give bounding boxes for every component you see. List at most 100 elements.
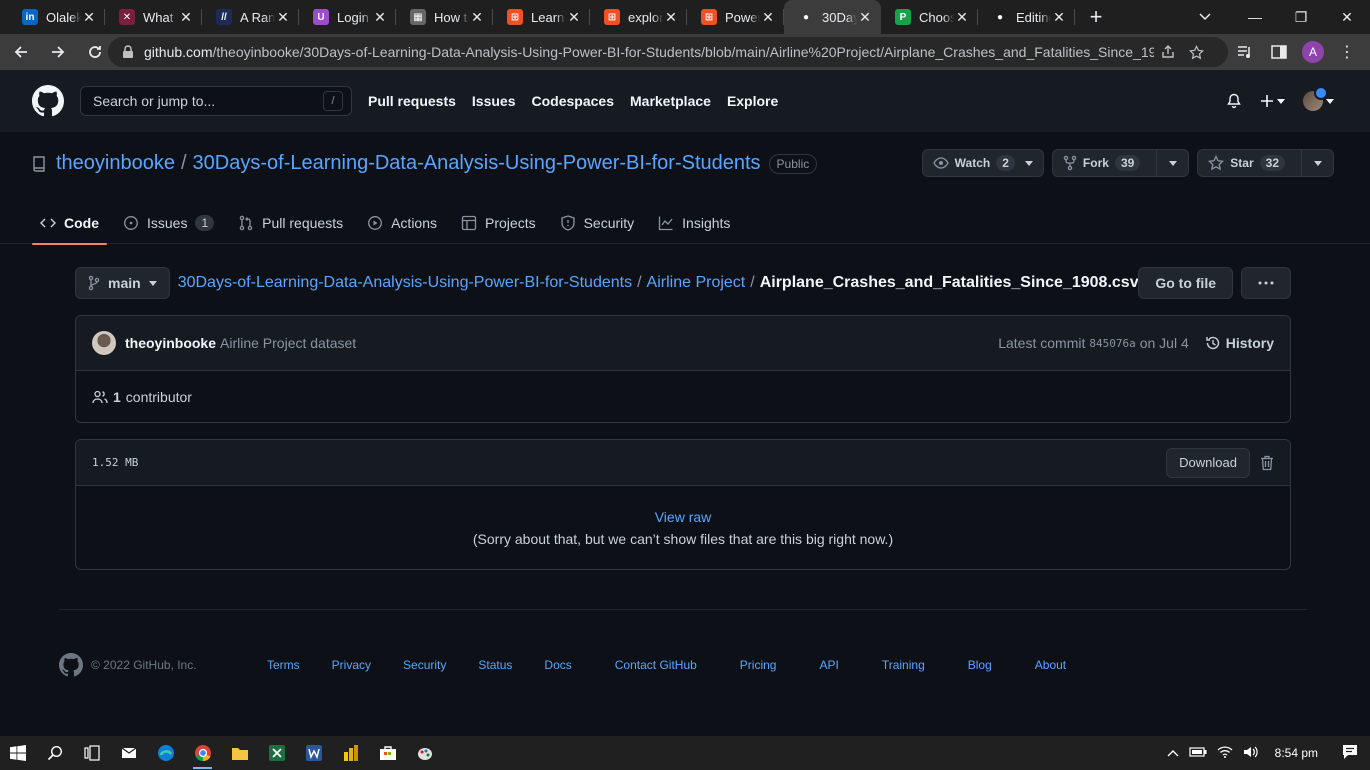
bookmark-star-icon[interactable] (1182, 44, 1210, 60)
restore-window-button[interactable]: ❐ (1278, 0, 1324, 34)
footer-link-about[interactable]: About (1035, 658, 1066, 672)
footer-link-status[interactable]: Status (478, 658, 512, 672)
tab-security[interactable]: Security (552, 202, 643, 244)
browser-tab[interactable]: // A Rank✕ (202, 0, 299, 34)
footer-link-privacy[interactable]: Privacy (332, 658, 371, 672)
close-tab-icon[interactable]: ✕ (372, 9, 388, 25)
nav-explore[interactable]: Explore (727, 93, 778, 109)
close-tab-icon[interactable]: ✕ (954, 9, 970, 25)
browser-tab[interactable]: ⊞ Power ✕ (687, 0, 784, 34)
repo-name-link[interactable]: 30Days-of-Learning-Data-Analysis-Using-P… (193, 152, 761, 175)
browser-tab[interactable]: P Choos ✕ (881, 0, 978, 34)
browser-tab[interactable]: ▦ How to✕ (396, 0, 493, 34)
branch-selector[interactable]: main (75, 267, 170, 299)
commit-sha-link[interactable]: 845076a (1089, 337, 1135, 350)
word-icon[interactable] (295, 736, 332, 770)
close-tab-icon[interactable]: ✕ (178, 9, 194, 25)
history-button[interactable]: History (1205, 335, 1274, 351)
footer-link-contact[interactable]: Contact GitHub (615, 658, 697, 672)
commit-author-avatar[interactable] (92, 331, 116, 355)
breadcrumb-repo-link[interactable]: 30Days-of-Learning-Data-Analysis-Using-P… (178, 274, 632, 292)
browser-tab[interactable]: U Login | ✕ (299, 0, 396, 34)
tab-insights[interactable]: Insights (650, 202, 738, 244)
close-window-button[interactable]: ✕ (1324, 0, 1370, 34)
nav-issues[interactable]: Issues (472, 93, 516, 109)
edge-icon[interactable] (147, 736, 184, 770)
notifications-bell-icon[interactable] (1226, 93, 1242, 109)
new-tab-button[interactable]: + (1079, 0, 1113, 34)
create-new-dropdown[interactable] (1260, 94, 1285, 108)
footer-link-security[interactable]: Security (403, 658, 446, 672)
tab-actions[interactable]: Actions (359, 202, 445, 244)
close-tab-icon[interactable]: ✕ (1051, 9, 1067, 25)
close-tab-icon[interactable]: ✕ (81, 9, 97, 25)
tab-pull-requests[interactable]: Pull requests (230, 202, 351, 244)
more-options-button[interactable] (1241, 267, 1291, 299)
search-icon[interactable] (36, 736, 73, 770)
breadcrumb-folder-link[interactable]: Airline Project (647, 274, 746, 292)
repo-owner-link[interactable]: theoyinbooke (56, 152, 175, 175)
more-menu-icon[interactable]: ⋮ (1334, 39, 1360, 65)
volume-icon[interactable] (1243, 745, 1259, 762)
minimize-window-button[interactable]: — (1232, 0, 1278, 34)
close-tab-icon[interactable]: ✕ (857, 9, 873, 25)
footer-link-docs[interactable]: Docs (544, 658, 571, 672)
close-tab-icon[interactable]: ✕ (275, 9, 291, 25)
star-button-group[interactable]: Star 32 (1197, 149, 1334, 177)
power-bi-icon[interactable] (332, 736, 369, 770)
mail-icon[interactable] (110, 736, 147, 770)
browser-tab[interactable]: ⊞ explor ✕ (590, 0, 687, 34)
file-explorer-icon[interactable] (221, 736, 258, 770)
footer-link-api[interactable]: API (819, 658, 838, 672)
lock-icon[interactable] (116, 45, 140, 59)
windows-start-icon[interactable] (0, 736, 36, 770)
contributors-row[interactable]: 1 contributor (76, 371, 1290, 423)
address-bar[interactable]: github.com/theoyinbooke/30Days-of-Learni… (108, 37, 1228, 67)
task-view-icon[interactable] (73, 736, 110, 770)
github-logo-icon[interactable] (59, 653, 83, 677)
forward-button[interactable] (42, 36, 74, 68)
store-icon[interactable] (369, 736, 406, 770)
commit-message-link[interactable]: Airline Project dataset (220, 335, 356, 351)
browser-tab[interactable]: ⊞ Learn |✕ (493, 0, 590, 34)
nav-marketplace[interactable]: Marketplace (630, 93, 711, 109)
tab-code[interactable]: Code (32, 202, 107, 245)
footer-link-terms[interactable]: Terms (267, 658, 300, 672)
media-control-icon[interactable] (1232, 39, 1258, 65)
browser-tab[interactable]: ● 30Day ✕ (784, 0, 881, 34)
go-to-file-button[interactable]: Go to file (1138, 267, 1233, 299)
view-raw-link[interactable]: View raw (655, 509, 712, 525)
chevron-up-icon[interactable] (1167, 746, 1179, 760)
nav-codespaces[interactable]: Codespaces (532, 93, 614, 109)
notifications-icon[interactable] (1342, 744, 1358, 763)
close-tab-icon[interactable]: ✕ (663, 9, 679, 25)
excel-icon[interactable] (258, 736, 295, 770)
tab-projects[interactable]: Projects (453, 202, 544, 244)
star-dropdown-button[interactable] (1301, 150, 1333, 176)
browser-tab[interactable]: ✕ What i ✕ (105, 0, 202, 34)
download-button[interactable]: Download (1166, 447, 1250, 478)
tab-search-icon[interactable] (1190, 0, 1220, 34)
close-tab-icon[interactable]: ✕ (760, 9, 776, 25)
footer-link-blog[interactable]: Blog (968, 658, 992, 672)
back-button[interactable] (5, 36, 37, 68)
tab-issues[interactable]: Issues 1 (115, 202, 222, 244)
commit-author-link[interactable]: theoyinbooke (125, 335, 216, 351)
footer-link-training[interactable]: Training (882, 658, 925, 672)
battery-icon[interactable] (1189, 746, 1207, 760)
paint-icon[interactable] (406, 736, 443, 770)
github-logo-icon[interactable] (32, 85, 64, 117)
close-tab-icon[interactable]: ✕ (566, 9, 582, 25)
github-search-input[interactable]: Search or jump to... / (80, 86, 352, 116)
nav-pull-requests[interactable]: Pull requests (368, 93, 456, 109)
profile-avatar[interactable]: A (1300, 39, 1326, 65)
footer-link-pricing[interactable]: Pricing (740, 658, 777, 672)
delete-file-icon[interactable] (1260, 455, 1274, 471)
user-menu-dropdown[interactable] (1303, 86, 1334, 111)
clock-time[interactable]: 8:54 pm (1275, 746, 1318, 760)
reload-button[interactable] (79, 36, 111, 68)
fork-button-group[interactable]: Fork 39 (1051, 149, 1190, 177)
fork-dropdown-button[interactable] (1156, 150, 1188, 176)
browser-tab[interactable]: ● Editing✕ (978, 0, 1075, 34)
share-icon[interactable] (1154, 45, 1182, 59)
